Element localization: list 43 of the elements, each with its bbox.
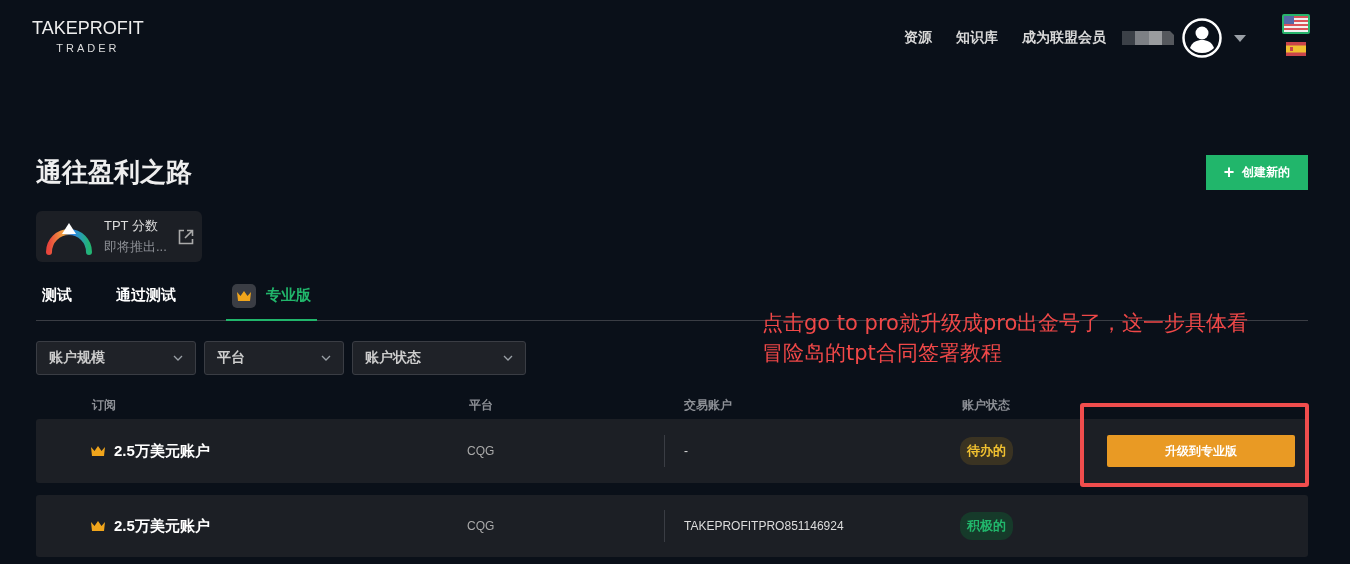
column-header: 平台: [468, 396, 494, 414]
column-header: 交易账户: [683, 396, 733, 414]
platform-cell: CQG: [467, 444, 495, 458]
nav-link[interactable]: 成为联盟会员: [1022, 29, 1106, 47]
logo-subtitle: TRADER: [56, 42, 120, 54]
avatar-icon[interactable]: [1182, 18, 1222, 58]
page-title: 通往盈利之路: [36, 155, 192, 189]
crown-icon: [90, 520, 106, 532]
caret-icon[interactable]: [1234, 34, 1246, 42]
tab[interactable]: 测试: [36, 272, 78, 321]
spain-flag-icon[interactable]: [1284, 40, 1308, 58]
account-id: -: [684, 444, 688, 458]
logo-wordmark[interactable]: TAKEPROFIT: [32, 18, 144, 39]
status-badge: 积极的: [960, 512, 1013, 540]
blurred-username: [1122, 31, 1174, 45]
crown-icon: [90, 445, 106, 457]
column-header: 订阅: [90, 396, 117, 414]
column-header: 账户状态: [961, 396, 1011, 414]
filter-dropdown[interactable]: 账户状态: [352, 341, 526, 375]
score-title: TPT 分数: [104, 217, 159, 235]
tab[interactable]: 通过测试: [110, 272, 182, 321]
subscription-name: 2.5万美元账户: [114, 516, 210, 536]
filter-dropdown[interactable]: 账户规模: [36, 341, 196, 375]
annotation-text: 点击go to pro就升级成pro出金号了，这一步具体看: [762, 310, 1249, 337]
score-card[interactable]: TPT 分数 即将推出...: [36, 211, 202, 262]
account-row[interactable]: 2.5万美元账户 CQG TAKEPROFITPRO851146924 积极的: [36, 495, 1308, 557]
subscription-name: 2.5万美元账户: [114, 441, 210, 461]
annotation-text: 冒险岛的tpt合同签署教程: [762, 340, 1002, 367]
status-badge: 待办的: [960, 437, 1013, 465]
account-id: TAKEPROFITPRO851146924: [684, 519, 844, 533]
nav-link[interactable]: 知识库: [956, 29, 998, 47]
chevron-down-icon: [173, 355, 183, 361]
platform-cell: CQG: [467, 519, 495, 533]
chevron-down-icon: [321, 355, 331, 361]
filter-dropdown[interactable]: 平台: [204, 341, 344, 375]
chevron-down-icon: [503, 355, 513, 361]
us-flag-icon[interactable]: [1282, 14, 1310, 34]
account-row[interactable]: 2.5万美元账户 CQG - 待办的 升级到专业版: [36, 419, 1308, 483]
nav-link[interactable]: 资源: [904, 29, 932, 47]
tab[interactable]: 专业版: [226, 272, 317, 321]
score-subtitle: 即将推出...: [104, 238, 168, 256]
external-link-icon[interactable]: [178, 228, 194, 245]
crown-icon: [236, 289, 252, 302]
